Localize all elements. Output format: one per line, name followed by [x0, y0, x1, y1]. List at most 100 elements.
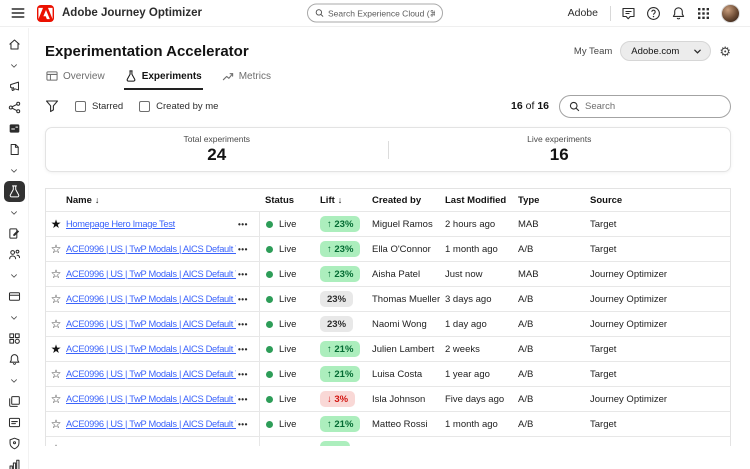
audience-people-icon[interactable] — [4, 244, 25, 265]
more-actions-icon[interactable]: ••• — [238, 420, 248, 429]
share-nodes-icon[interactable] — [4, 97, 25, 118]
megaphone-icon[interactable] — [4, 76, 25, 97]
experiment-name-link[interactable]: ACE0996 | US | TwP Modals | AICS Default… — [66, 369, 236, 379]
form-edit-icon[interactable] — [4, 223, 25, 244]
chevron-down-icon — [693, 47, 702, 56]
star-toggle[interactable]: ☆ — [51, 368, 62, 381]
filter-funnel-icon[interactable] — [45, 99, 59, 113]
type-cell: A/B — [514, 294, 586, 305]
experiment-name-link[interactable]: ACE0996 | US | TwP Modals | AICS Default… — [66, 319, 236, 329]
type-cell: A/B — [514, 319, 586, 330]
app-title: Adobe Journey Optimizer — [62, 7, 202, 19]
more-actions-icon[interactable]: ••• — [238, 270, 248, 279]
chevron-down-icon[interactable] — [4, 265, 25, 286]
header-last-modified[interactable]: Last Modified — [441, 195, 514, 206]
more-actions-icon[interactable]: ••• — [238, 320, 248, 329]
lift-badge: ↑ 21% — [320, 416, 360, 432]
shield-image-icon[interactable] — [4, 433, 25, 454]
star-toggle[interactable]: ☆ — [51, 318, 62, 331]
sort-descending-icon: ↓ — [338, 195, 343, 205]
list-search-input[interactable] — [585, 101, 721, 112]
chevron-down-icon[interactable] — [4, 370, 25, 391]
hamburger-menu-icon[interactable] — [10, 5, 26, 21]
star-toggle[interactable]: ☆ — [51, 243, 62, 256]
lift-badge: ↓ 3% — [320, 391, 355, 407]
dataset-grid-icon[interactable] — [4, 328, 25, 349]
header-type[interactable]: Type — [514, 195, 586, 206]
header-lift[interactable]: Lift↓ — [316, 195, 368, 206]
feedback-icon[interactable] — [621, 6, 636, 21]
star-toggle[interactable]: ★ — [51, 343, 62, 356]
created-by-me-checkbox[interactable] — [139, 101, 150, 112]
lift-badge: ↑ 23% — [320, 216, 360, 232]
starred-checkbox[interactable] — [75, 101, 86, 112]
header-created-by[interactable]: Created by — [368, 195, 441, 206]
global-search[interactable] — [307, 4, 443, 23]
more-actions-icon[interactable]: ••• — [238, 220, 248, 229]
star-toggle[interactable]: ★ — [51, 218, 62, 231]
live-status-dot — [266, 371, 273, 378]
header-source[interactable]: Source — [586, 195, 730, 206]
global-search-input[interactable] — [328, 8, 435, 18]
status-label: Live — [279, 244, 296, 255]
team-select[interactable]: Adobe.com — [620, 41, 711, 61]
experiment-name-link[interactable]: ACE0996 | US | TwP Modals | AICS Default… — [66, 419, 236, 429]
settings-gear-icon[interactable]: ⚙ — [719, 45, 731, 58]
chevron-down-icon[interactable] — [4, 55, 25, 76]
live-status-dot — [266, 396, 273, 403]
experiment-name-link[interactable]: ACE0996 | US | TwP Modals | AICS Default… — [66, 394, 236, 404]
more-actions-icon[interactable]: ••• — [238, 345, 248, 354]
experiment-name-link[interactable]: ACE0996 | US | TwP Modals | AICS Default… — [66, 344, 236, 354]
chevron-down-icon[interactable] — [4, 202, 25, 223]
chevron-down-icon[interactable] — [4, 160, 25, 181]
experiment-flask-icon[interactable] — [4, 181, 25, 202]
more-actions-icon[interactable]: ••• — [238, 370, 248, 379]
user-avatar[interactable] — [721, 4, 740, 23]
filter-created-by-me[interactable]: Created by me — [139, 101, 218, 112]
filter-starred[interactable]: Starred — [75, 101, 123, 112]
source-cell: Journey Optimizer — [586, 294, 730, 305]
experiment-name-link[interactable]: ACE0996 | US | TwP Modals | AICS Default… — [66, 294, 236, 304]
last-modified-cell: Just now — [441, 269, 514, 280]
experiment-name-link[interactable]: ACE0996 | US | TwP Modals | AICS Default… — [66, 269, 236, 279]
lift-badge: ↑ 21% — [320, 341, 360, 357]
more-actions-icon[interactable]: ••• — [238, 245, 248, 254]
tab-metrics[interactable]: Metrics — [221, 66, 272, 90]
help-icon[interactable] — [646, 6, 661, 21]
notifications-bell-icon[interactable] — [671, 6, 686, 21]
more-actions-icon[interactable]: ••• — [238, 395, 248, 404]
more-actions-icon[interactable]: ••• — [238, 445, 248, 447]
star-toggle[interactable]: ☆ — [51, 418, 62, 431]
list-search[interactable] — [559, 95, 731, 118]
document-icon[interactable] — [4, 139, 25, 160]
tab-experiments[interactable]: Experiments — [124, 66, 203, 90]
last-modified-cell: 2 hours ago — [441, 219, 514, 230]
experiment-name-link[interactable]: Homepage Hero Image Test — [66, 219, 175, 229]
global-top-bar: Adobe Journey Optimizer Adobe — [0, 0, 750, 27]
alert-bell-icon[interactable] — [4, 349, 25, 370]
chevron-down-icon[interactable] — [4, 307, 25, 328]
channels-icon[interactable] — [4, 118, 25, 139]
created-by-me-checkbox-label: Created by me — [156, 101, 218, 112]
apps-grid-icon[interactable] — [696, 6, 711, 21]
star-toggle[interactable]: ☆ — [51, 393, 62, 406]
lift-badge: 23% — [320, 291, 353, 307]
last-modified-cell: 1 day ago — [441, 319, 514, 330]
star-toggle[interactable]: ☆ — [51, 293, 62, 306]
content-card-icon[interactable] — [4, 412, 25, 433]
asset-card-icon[interactable] — [4, 286, 25, 307]
source-cell: Journey Optimizer — [586, 319, 730, 330]
landing-pages-icon[interactable] — [4, 391, 25, 412]
more-actions-icon[interactable]: ••• — [238, 295, 248, 304]
home-icon[interactable] — [4, 34, 25, 55]
experiment-name-link[interactable]: ACE0996 | US | TwP Modals | AICS Default… — [66, 244, 236, 254]
tab-overview[interactable]: Overview — [45, 66, 106, 90]
sort-descending-icon: ↓ — [95, 195, 100, 205]
header-name[interactable]: Name↓ — [66, 195, 236, 206]
analytics-chart-icon[interactable] — [4, 454, 25, 469]
star-toggle[interactable]: ☆ — [51, 443, 62, 447]
live-status-dot — [266, 296, 273, 303]
header-status[interactable]: Status — [259, 195, 316, 206]
filter-bar: Starred Created by me 16 of 16 — [45, 94, 731, 118]
star-toggle[interactable]: ☆ — [51, 268, 62, 281]
